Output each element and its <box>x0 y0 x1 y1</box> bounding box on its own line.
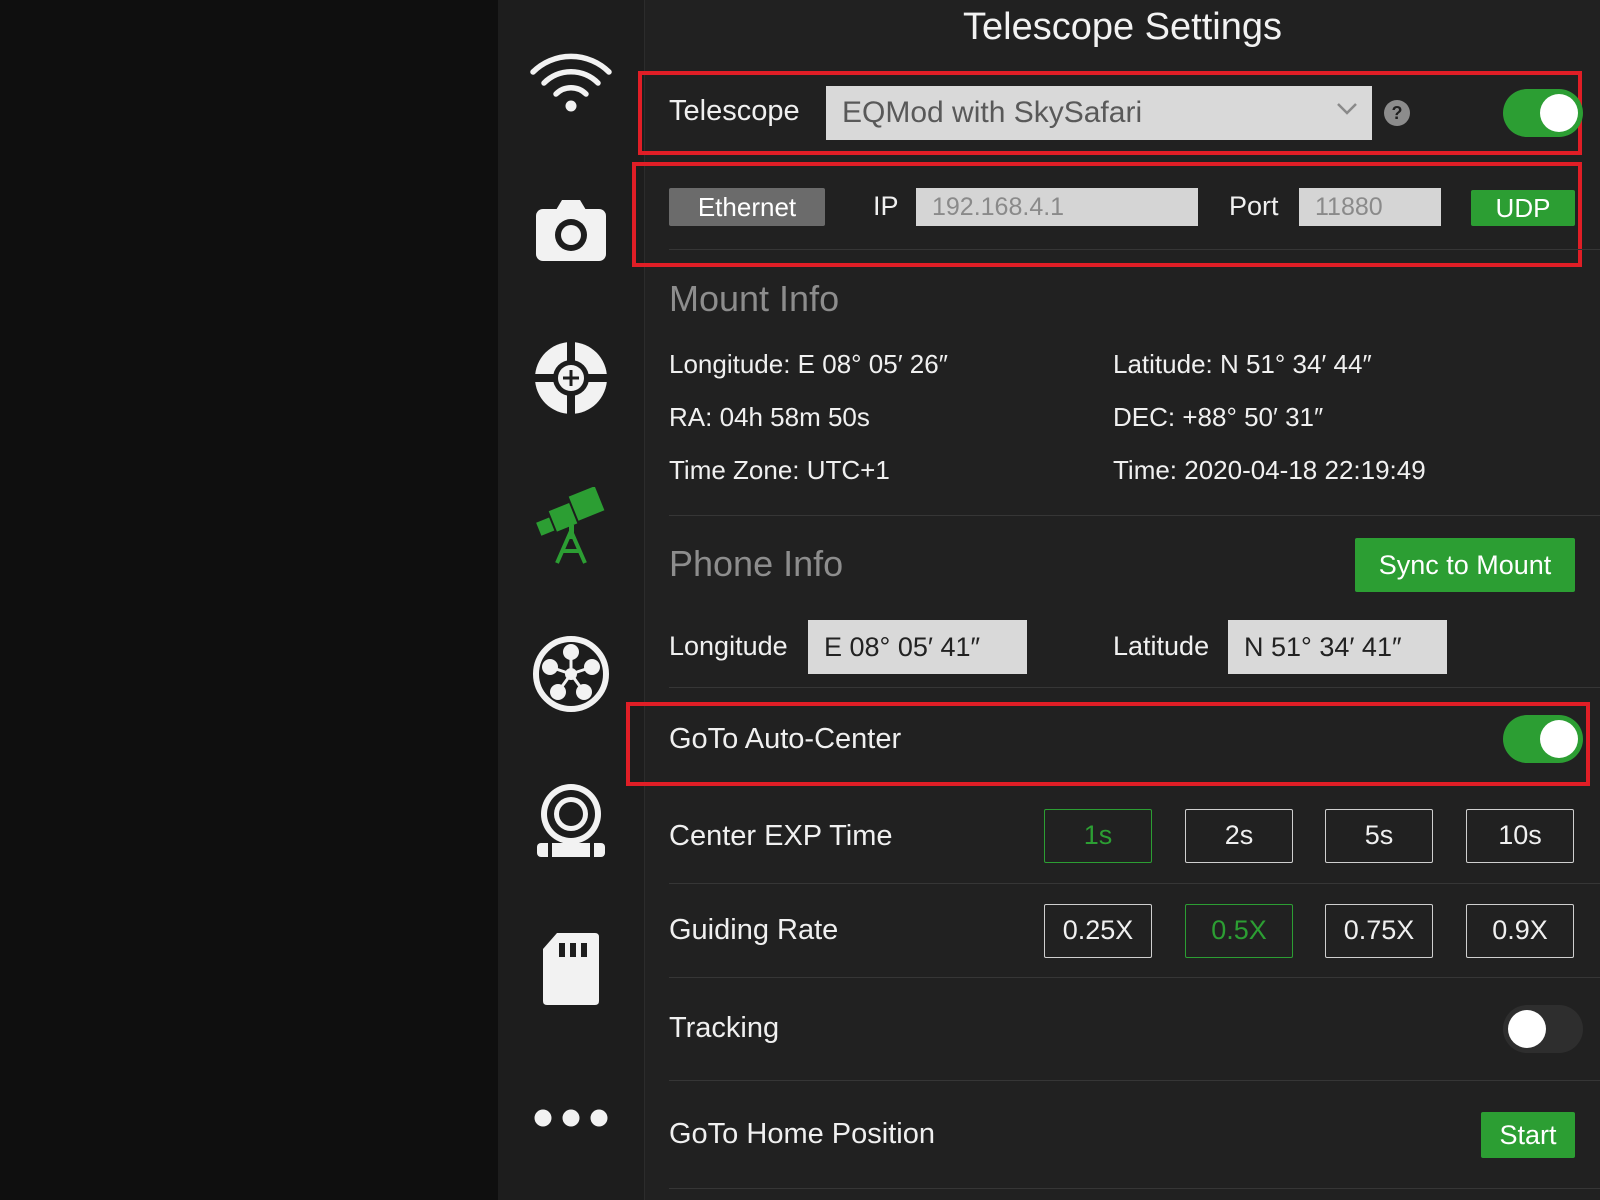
mount-timezone: Time Zone: UTC+1 <box>669 455 890 485</box>
divider <box>669 1188 1600 1189</box>
mount-longitude: Longitude: E 08° 05′ 26″ <box>669 349 948 379</box>
phone-latitude-label: Latitude <box>1113 631 1210 661</box>
sidebar-item-wifi[interactable] <box>498 48 644 116</box>
sync-to-mount-button[interactable]: Sync to Mount <box>1355 538 1575 592</box>
telescope-icon <box>536 487 605 564</box>
wifi-icon <box>530 53 612 112</box>
mount-ra: RA: 04h 58m 50s <box>669 402 870 432</box>
phone-info-title: Phone Info <box>669 543 844 584</box>
divider <box>669 1080 1600 1081</box>
camera-icon <box>536 200 606 261</box>
sidebar <box>498 0 645 1200</box>
center-exp-option-2s[interactable]: 2s <box>1185 809 1293 863</box>
guiding-rate-option-0.75x[interactable]: 0.75X <box>1325 904 1433 958</box>
ip-input[interactable]: 192.168.4.1 <box>916 188 1198 226</box>
chevron-down-icon <box>1337 103 1357 115</box>
telescope-settings-panel: Telescope Settings Telescope EQMod with … <box>626 0 1600 1200</box>
crosshair-icon <box>532 339 610 417</box>
sidebar-item-focuser[interactable] <box>498 780 644 862</box>
sidebar-item-camera[interactable] <box>498 195 644 265</box>
tracking-label: Tracking <box>669 1012 780 1044</box>
center-exp-option-10s[interactable]: 10s <box>1466 809 1574 863</box>
mount-dec: DEC: +88° 50′ 31″ <box>1113 402 1324 432</box>
center-exp-label: Center EXP Time <box>669 820 893 852</box>
divider <box>669 977 1600 978</box>
sidebar-item-crosshair[interactable] <box>498 338 644 418</box>
sidebar-item-telescope[interactable] <box>498 485 644 567</box>
goto-home-label: GoTo Home Position <box>669 1118 935 1150</box>
filter-wheel-icon <box>533 636 609 712</box>
divider <box>669 249 1600 250</box>
goto-auto-center-label: GoTo Auto-Center <box>669 723 902 755</box>
ethernet-button[interactable]: Ethernet <box>669 188 825 226</box>
port-input[interactable]: 11880 <box>1299 188 1441 226</box>
telescope-select-value: EQMod with SkySafari <box>842 96 1143 129</box>
guiding-rate-option-0.25x[interactable]: 0.25X <box>1044 904 1152 958</box>
mount-time: Time: 2020-04-18 22:19:49 <box>1113 455 1426 485</box>
sidebar-item-more[interactable] <box>498 1100 644 1136</box>
sidebar-item-sd-card[interactable] <box>498 928 644 1010</box>
ip-label: IP <box>873 191 899 221</box>
center-exp-option-1s[interactable]: 1s <box>1044 809 1152 863</box>
telescope-toggle[interactable] <box>1503 89 1583 137</box>
phone-longitude-label: Longitude <box>669 631 788 661</box>
more-icon <box>534 1109 608 1127</box>
toggle-knob <box>1540 94 1578 132</box>
sd-card-icon <box>543 933 599 1005</box>
phone-latitude-field[interactable]: N 51° 34′ 41″ <box>1228 620 1447 674</box>
guiding-rate-label: Guiding Rate <box>669 914 839 946</box>
toggle-knob <box>1540 720 1578 758</box>
center-exp-option-5s[interactable]: 5s <box>1325 809 1433 863</box>
guiding-rate-option-0.9x[interactable]: 0.9X <box>1466 904 1574 958</box>
telescope-select[interactable]: EQMod with SkySafari <box>826 86 1372 140</box>
sidebar-item-filter-wheel[interactable] <box>498 634 644 714</box>
goto-auto-center-toggle[interactable] <box>1503 715 1583 763</box>
divider <box>669 687 1600 688</box>
udp-button[interactable]: UDP <box>1471 190 1575 226</box>
divider <box>669 515 1600 516</box>
empty-left-area <box>0 0 498 1200</box>
divider <box>669 883 1600 884</box>
phone-longitude-field[interactable]: E 08° 05′ 41″ <box>808 620 1027 674</box>
focuser-icon <box>537 784 605 857</box>
telescope-label: Telescope <box>669 95 800 127</box>
mount-latitude: Latitude: N 51° 34′ 44″ <box>1113 349 1372 379</box>
page-title: Telescope Settings <box>963 6 1282 48</box>
mount-info-title: Mount Info <box>669 278 840 319</box>
tracking-toggle[interactable] <box>1503 1005 1583 1053</box>
help-icon[interactable]: ? <box>1384 100 1410 126</box>
toggle-knob <box>1508 1010 1546 1048</box>
goto-home-start-button[interactable]: Start <box>1481 1112 1575 1158</box>
guiding-rate-option-0.5x[interactable]: 0.5X <box>1185 904 1293 958</box>
port-label: Port <box>1229 191 1279 221</box>
